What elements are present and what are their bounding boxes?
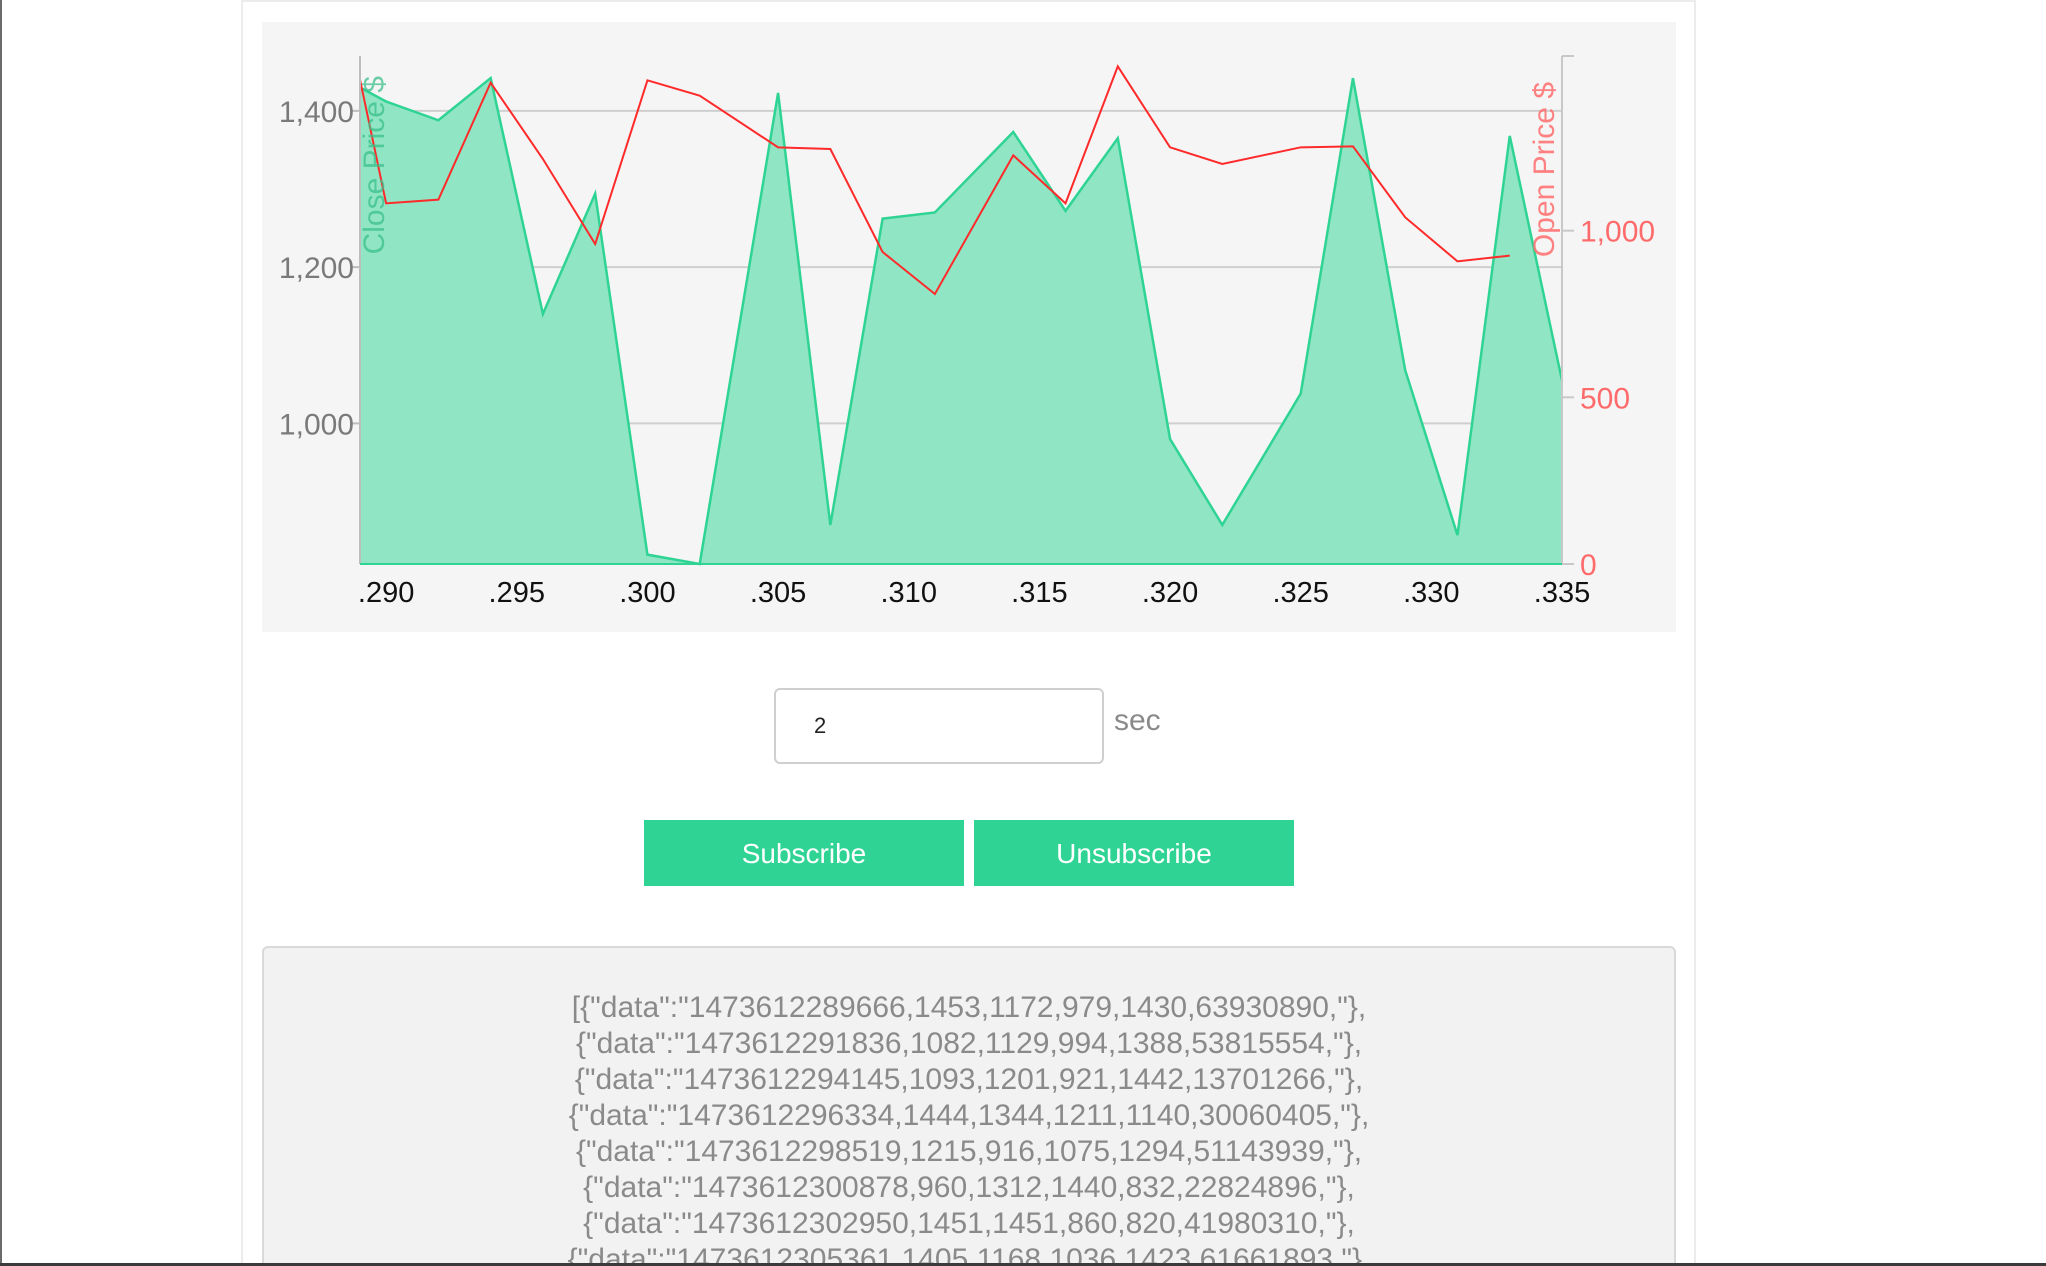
log-line: {"data":"1473612302950,1451,1451,860,820… [583,1207,1355,1240]
left-tick-label: 1,200 [279,252,354,285]
interval-input[interactable] [774,688,1104,764]
right-tick-label: 1,000 [1580,216,1655,249]
log-line: {"data":"1473612300878,960,1312,1440,832… [583,1171,1355,1204]
x-tick-label: .310 [881,577,937,609]
log-line: {"data":"1473612291836,1082,1129,994,138… [575,1027,1363,1060]
x-tick-label: .330 [1403,577,1459,609]
left-axis-title: Close Price $ [358,76,391,255]
x-tick-label: .295 [489,577,545,609]
left-tick-label: 1,400 [279,96,354,129]
interval-unit-label: sec [1114,704,1161,737]
left-tick-label: 1,000 [279,408,354,441]
x-tick-label: .305 [750,577,806,609]
log-line: {"data":"1473612296334,1444,1344,1211,11… [568,1099,1370,1132]
close-price-area-fill [360,78,1562,564]
unsubscribe-button[interactable]: Unsubscribe [974,820,1294,886]
data-log-box[interactable]: [{"data":"1473612289666,1453,1172,979,14… [262,946,1676,1266]
x-tick-label: .320 [1142,577,1198,609]
x-tick-label: .290 [358,577,414,609]
window-left-edge [0,0,2,1266]
subscribe-button[interactable]: Subscribe [644,820,964,886]
price-chart-panel: 1,000 1,200 1,400 0 500 1,000.290.295.300.305… [262,22,1676,632]
x-tick-label: .300 [619,577,675,609]
right-tick-label: 500 [1580,382,1630,415]
right-axis-title: Open Price $ [1528,82,1561,257]
log-line: [{"data":"1473612289666,1453,1172,979,14… [571,991,1367,1024]
log-line: {"data":"1473612294145,1093,1201,921,144… [574,1063,1364,1096]
x-tick-label: .315 [1011,577,1067,609]
x-tick-label: .335 [1534,577,1590,609]
price-chart: 1,0001,2001,40005001,000.290.295.300.305… [279,55,1655,609]
x-tick-label: .325 [1272,577,1328,609]
data-log-lines: [{"data":"1473612289666,1453,1172,979,14… [264,990,1674,1266]
log-line: {"data":"1473612298519,1215,916,1075,129… [575,1135,1363,1168]
close-price-area [359,75,1564,566]
